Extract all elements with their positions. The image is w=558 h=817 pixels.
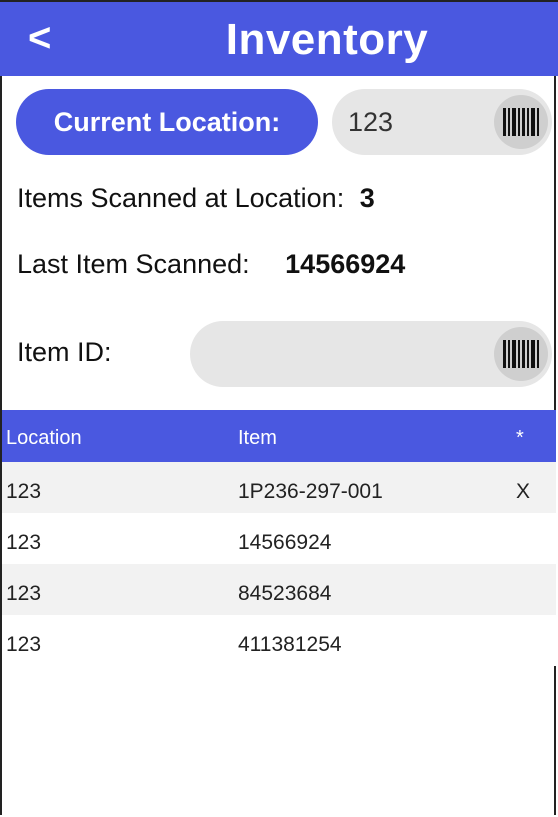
last-item-line: Last Item Scanned: 14566924 bbox=[17, 249, 405, 280]
table-row[interactable]: 123 1P236-297-001 X bbox=[2, 462, 556, 513]
item-id-input[interactable] bbox=[206, 321, 346, 387]
item-id-scan-button[interactable] bbox=[494, 327, 548, 381]
table-row[interactable]: 123 14566924 bbox=[2, 513, 556, 564]
item-id-label: Item ID: bbox=[17, 337, 112, 367]
column-header-item[interactable]: Item bbox=[238, 410, 277, 466]
last-item-value: 14566924 bbox=[285, 249, 406, 279]
location-scan-button[interactable] bbox=[494, 95, 548, 149]
table-row[interactable]: 123 84523684 bbox=[2, 564, 556, 615]
back-button[interactable]: < bbox=[28, 14, 68, 62]
last-item-label: Last Item Scanned: bbox=[17, 249, 250, 279]
items-scanned-line: Items Scanned at Location: 3 bbox=[17, 183, 375, 214]
page-title: Inventory bbox=[225, 15, 429, 64]
row-location: 123 bbox=[6, 633, 42, 656]
item-id-field[interactable] bbox=[190, 321, 552, 387]
items-scanned-label: Items Scanned at Location: bbox=[17, 183, 345, 213]
barcode-icon bbox=[503, 108, 539, 136]
current-location-button[interactable]: Current Location: bbox=[16, 89, 318, 155]
location-field[interactable]: 123 bbox=[332, 89, 552, 155]
location-row: Current Location: 123 bbox=[0, 89, 558, 155]
items-scanned-value: 3 bbox=[359, 183, 375, 213]
column-header-location[interactable]: Location bbox=[6, 410, 82, 466]
top-bar: < Inventory bbox=[0, 0, 558, 76]
table-header: Location Item * bbox=[2, 410, 556, 462]
location-value: 123 bbox=[348, 107, 394, 137]
row-item: 411381254 bbox=[238, 633, 342, 656]
column-header-flag[interactable]: * bbox=[516, 410, 524, 466]
scanned-items-table: Location Item * 123 1P236-297-001 X 123 … bbox=[2, 410, 556, 666]
table-row[interactable]: 123 411381254 bbox=[2, 615, 556, 666]
barcode-icon bbox=[503, 340, 539, 368]
